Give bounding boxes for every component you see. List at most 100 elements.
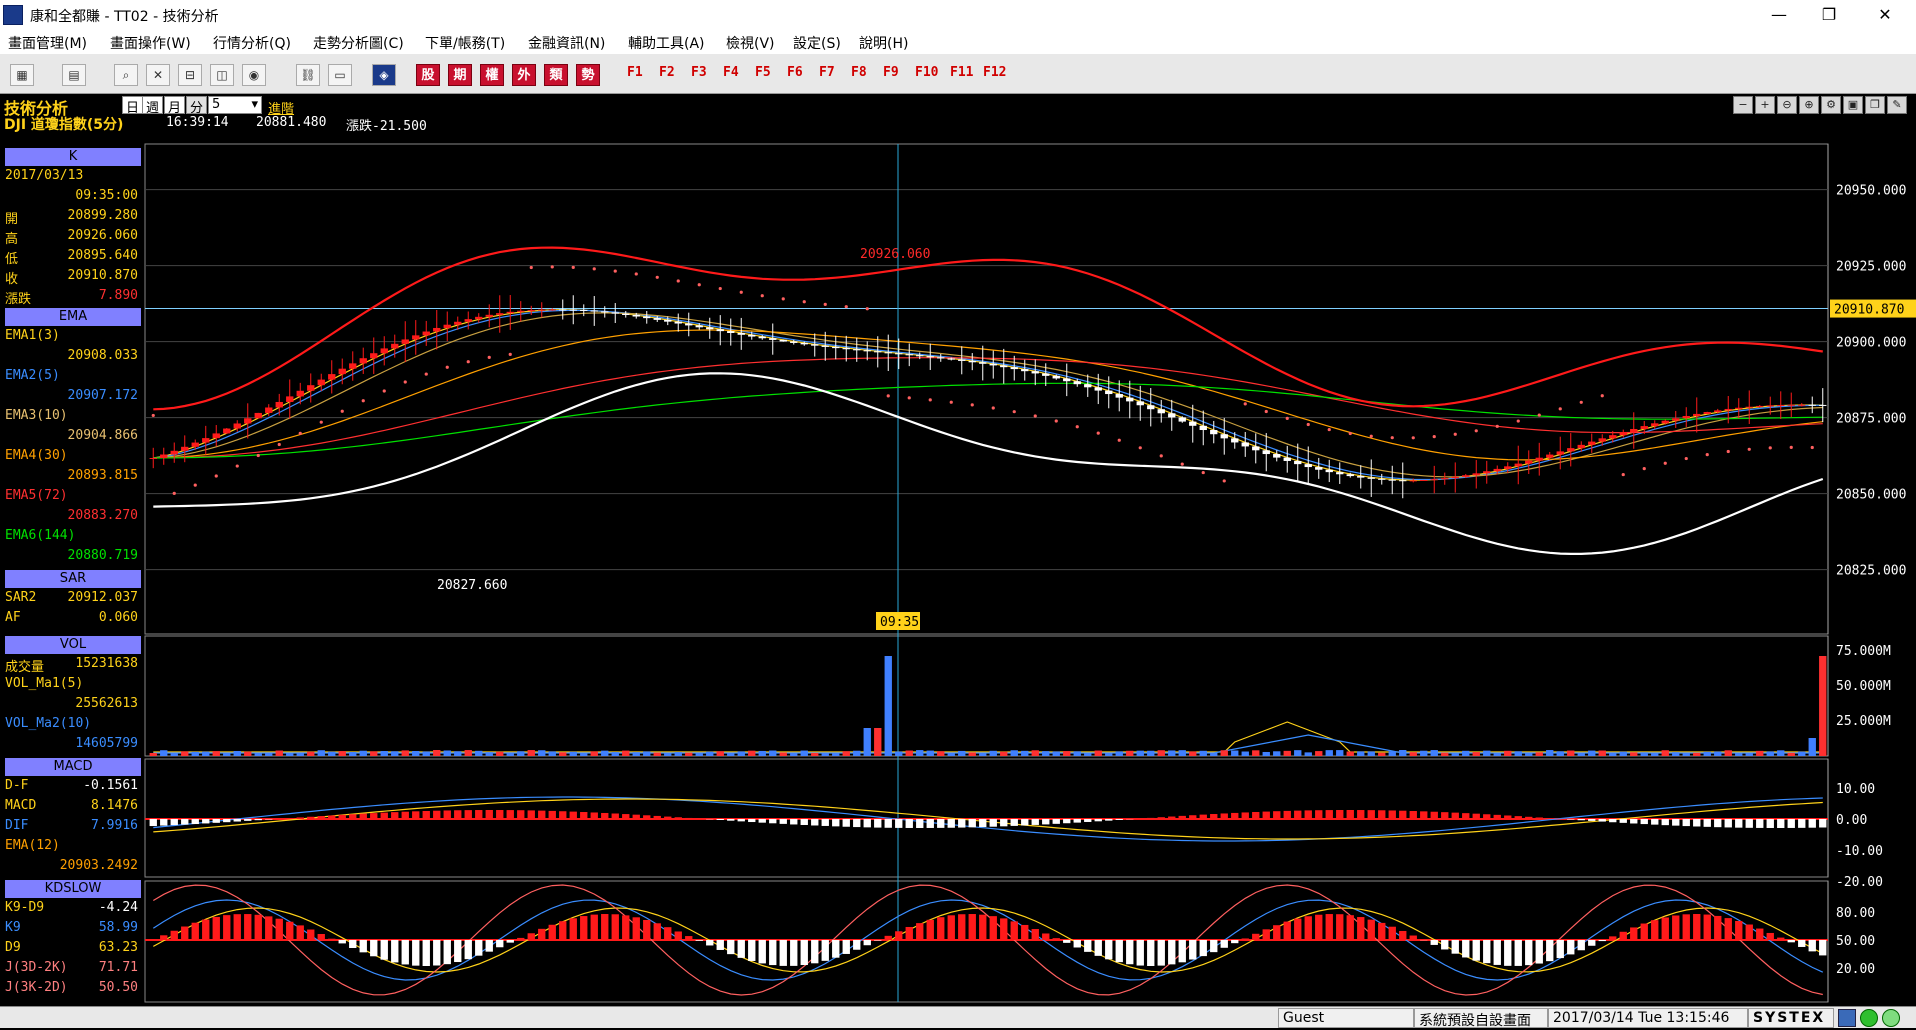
menu-finance-info[interactable]: 金融資訊(N) <box>528 33 605 53</box>
save-layout-icon[interactable]: ▤ <box>62 64 86 86</box>
kd-tick-label: 50.00 <box>1836 934 1875 949</box>
copy-icon[interactable]: ❐ <box>1865 96 1885 114</box>
status-green-icon[interactable] <box>1860 1009 1878 1027</box>
minimize-button[interactable]: — <box>1756 0 1802 30</box>
brand-icon[interactable]: ◈ <box>372 64 396 86</box>
macd-bar <box>1168 817 1175 819</box>
macd-bar <box>927 819 934 828</box>
chg-label: 漲跌 <box>5 288 31 307</box>
kd-bar <box>1651 920 1658 940</box>
app-window: 康和全都賺 - TT02 - 技術分析 — ❐ ✕ 畫面管理(M) 畫面操作(W… <box>0 0 1916 1028</box>
menu-settings[interactable]: 設定(S) <box>793 33 841 53</box>
kd-bar <box>1441 940 1448 949</box>
volume-bar <box>1588 751 1595 756</box>
f8-key[interactable]: F8 <box>851 65 867 80</box>
volma1-value: 25562613 <box>75 696 138 711</box>
f1-key[interactable]: F1 <box>627 65 643 80</box>
tab-minute[interactable]: 分 <box>186 96 207 114</box>
close-window-icon[interactable]: ✕ <box>146 64 170 86</box>
network-icon[interactable] <box>1838 1009 1856 1027</box>
macd-bar <box>1567 819 1574 820</box>
foreign-button[interactable]: 外 <box>512 64 536 86</box>
edit-icon[interactable]: ✎ <box>1887 96 1907 114</box>
menu-view[interactable]: 檢視(V) <box>726 33 775 53</box>
d9-line <box>153 908 1823 972</box>
f5-key[interactable]: F5 <box>755 65 771 80</box>
f10-key[interactable]: F10 <box>915 65 938 80</box>
menu-quote-analysis[interactable]: 行情分析(Q) <box>213 33 291 53</box>
volume-bar <box>181 751 188 756</box>
macd-bar <box>1231 813 1238 819</box>
menu-order-account[interactable]: 下單/帳務(T) <box>425 33 505 53</box>
f2-key[interactable]: F2 <box>659 65 675 80</box>
quote-price: 20881.480 <box>256 115 326 130</box>
kd-bar <box>1252 934 1259 940</box>
tab-day[interactable]: 日 <box>122 96 143 114</box>
f7-key[interactable]: F7 <box>819 65 835 80</box>
split-h-icon[interactable]: ⊟ <box>178 64 202 86</box>
volume-bar <box>1756 751 1763 756</box>
restore-button[interactable]: ❐ <box>1806 0 1852 30</box>
kd-bar <box>1494 940 1501 965</box>
status-light-icon[interactable] <box>1882 1009 1900 1027</box>
volume-bar <box>1431 750 1438 756</box>
volume-bar <box>486 752 493 756</box>
sar-dot <box>1790 446 1793 449</box>
dif-line <box>153 797 1823 841</box>
kd-bar <box>1588 940 1595 946</box>
ema6-label-row: EMA6(144) <box>5 526 141 545</box>
futures-button[interactable]: 期 <box>448 64 472 86</box>
f9-key[interactable]: F9 <box>883 65 899 80</box>
menu-screen-manage[interactable]: 畫面管理(M) <box>8 33 87 53</box>
macd-bar <box>832 819 839 826</box>
settings-icon[interactable]: ⚙ <box>1821 96 1841 114</box>
globe-icon[interactable]: ◉ <box>242 64 266 86</box>
k-time-row: 09:35:00 <box>5 186 141 205</box>
sar-dot <box>530 266 533 269</box>
menu-tools[interactable]: 輔助工具(A) <box>628 33 705 53</box>
options-button[interactable]: 權 <box>480 64 504 86</box>
sar-dot <box>1475 429 1478 432</box>
tab-week[interactable]: 週 <box>142 96 163 114</box>
sar-dot <box>194 484 197 487</box>
candle-body <box>370 353 377 358</box>
save-icon[interactable]: ▣ <box>1843 96 1863 114</box>
chart-area[interactable]: 20950.00020925.00020900.00020875.0002085… <box>0 0 1916 1028</box>
candle-body <box>1032 371 1039 373</box>
macd-bar <box>685 818 692 819</box>
stock-button[interactable]: 股 <box>416 64 440 86</box>
f3-key[interactable]: F3 <box>691 65 707 80</box>
kd-bar <box>1116 940 1123 962</box>
df-value: -0.1561 <box>83 778 138 793</box>
f6-key[interactable]: F6 <box>787 65 803 80</box>
macd-bar <box>454 810 461 819</box>
f12-key[interactable]: F12 <box>983 65 1006 80</box>
f4-key[interactable]: F4 <box>723 65 739 80</box>
kd-bar <box>1357 917 1364 940</box>
close-button[interactable]: ✕ <box>1862 0 1908 30</box>
macd-bar <box>559 811 566 819</box>
tab-month[interactable]: 月 <box>164 96 185 114</box>
search-plus-icon[interactable]: ⊕ <box>1799 96 1819 114</box>
link-icon[interactable]: ⛓ <box>296 64 320 86</box>
window-icon[interactable]: ▭ <box>328 64 352 86</box>
cursor-time-badge <box>876 612 920 630</box>
trend-button[interactable]: 勢 <box>576 64 600 86</box>
f11-key[interactable]: F11 <box>950 65 973 80</box>
zoom-out-icon[interactable]: − <box>1733 96 1753 114</box>
ema3-value: 20904.866 <box>68 428 138 443</box>
period-select[interactable]: 5▾ <box>208 96 262 114</box>
category-button[interactable]: 類 <box>544 64 568 86</box>
kd-bar <box>255 915 262 940</box>
split-v-icon[interactable]: ◫ <box>210 64 234 86</box>
sar-dot <box>1055 419 1058 422</box>
menu-trend-chart[interactable]: 走勢分析圖(C) <box>313 33 404 53</box>
menu-help[interactable]: 說明(H) <box>859 33 908 53</box>
layout-icon[interactable]: ▦ <box>10 64 34 86</box>
search-icon[interactable]: ⌕ <box>114 64 138 86</box>
menu-screen-operate[interactable]: 畫面操作(W) <box>110 33 191 53</box>
volume-bar <box>528 750 535 756</box>
candle-body <box>339 369 346 374</box>
search-minus-icon[interactable]: ⊖ <box>1777 96 1797 114</box>
zoom-in-icon[interactable]: + <box>1755 96 1775 114</box>
